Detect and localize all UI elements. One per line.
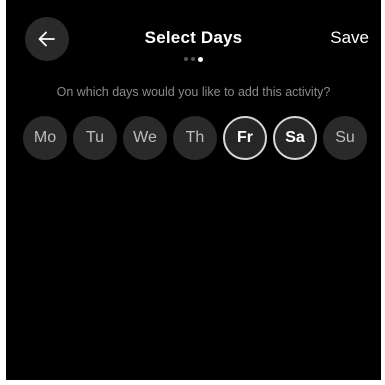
select-days-screen: Select Days Save On which days would you… (6, 0, 381, 380)
days-prompt: On which days would you like to add this… (56, 85, 331, 99)
save-button[interactable]: Save (330, 28, 369, 48)
day-button-sa[interactable]: Sa (273, 116, 317, 160)
step-dot-1 (184, 57, 188, 61)
day-button-th[interactable]: Th (173, 116, 217, 160)
step-dot-3 (198, 56, 203, 62)
day-button-su[interactable]: Su (323, 116, 367, 160)
day-button-we[interactable]: We (123, 116, 167, 160)
page-title: Select Days (144, 28, 243, 47)
day-button-fr[interactable]: Fr (223, 116, 267, 160)
day-button-mo[interactable]: Mo (23, 116, 67, 160)
day-button-tu[interactable]: Tu (73, 116, 117, 160)
step-indicator (6, 56, 381, 62)
day-selector: Mo Tu We Th Fr Sa Su (23, 116, 367, 160)
step-dot-2 (191, 57, 195, 61)
